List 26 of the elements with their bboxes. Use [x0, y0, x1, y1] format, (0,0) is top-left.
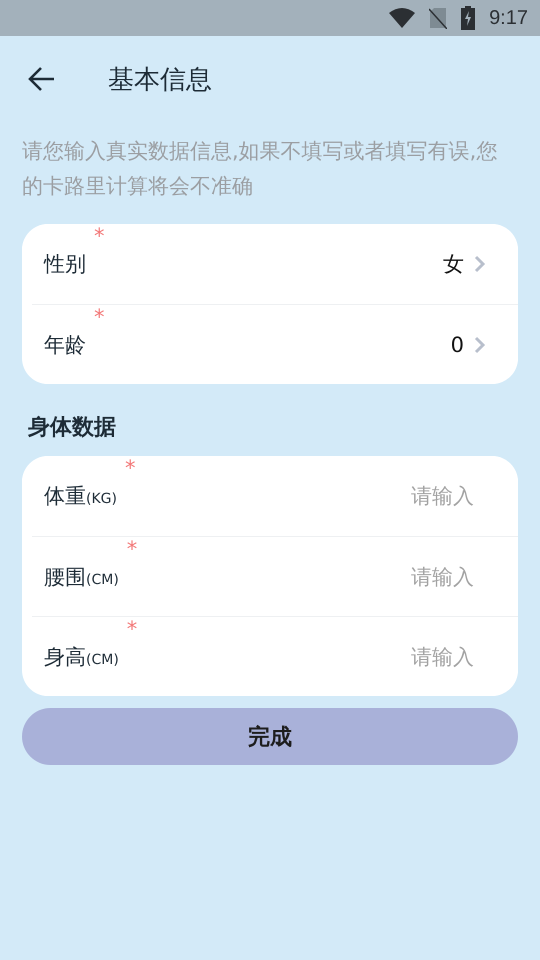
row-value: 0 — [450, 332, 464, 356]
chevron-icon — [474, 336, 486, 354]
notice-text: 请您输入真实数据信息,如果不填写或者填写有误,您的卡路里计算将会不准确 — [22, 138, 498, 200]
input-field[interactable]: 请输入 — [352, 564, 476, 590]
row-label: 年龄 — [44, 332, 86, 358]
chevron-icon — [474, 255, 486, 273]
wifi-icon — [389, 8, 416, 28]
status-time: 9:17 — [489, 6, 528, 30]
input-field[interactable]: 请输入 — [352, 483, 476, 509]
required-mark: * — [124, 456, 136, 480]
required-mark: * — [126, 537, 138, 561]
submit-button[interactable]: 完成 — [22, 708, 518, 765]
row-label: 性别 — [44, 251, 86, 278]
row-label: 腰围(CM) — [44, 564, 119, 590]
page-title: 基本信息 — [108, 64, 212, 96]
required-mark: * — [126, 617, 138, 641]
row-value: 女 — [443, 251, 464, 278]
required-mark: * — [94, 224, 104, 248]
battery-charging-icon — [461, 6, 476, 30]
section-title: 身体数据 — [28, 414, 117, 442]
input-field[interactable]: 请输入 — [352, 644, 476, 670]
select-row[interactable]: 年龄 * 0 — [32, 304, 518, 384]
required-mark: * — [94, 305, 104, 329]
row-label: 身高(CM) — [44, 644, 119, 670]
row-label: 体重(KG) — [44, 483, 117, 510]
no-sim-icon — [429, 7, 448, 29]
